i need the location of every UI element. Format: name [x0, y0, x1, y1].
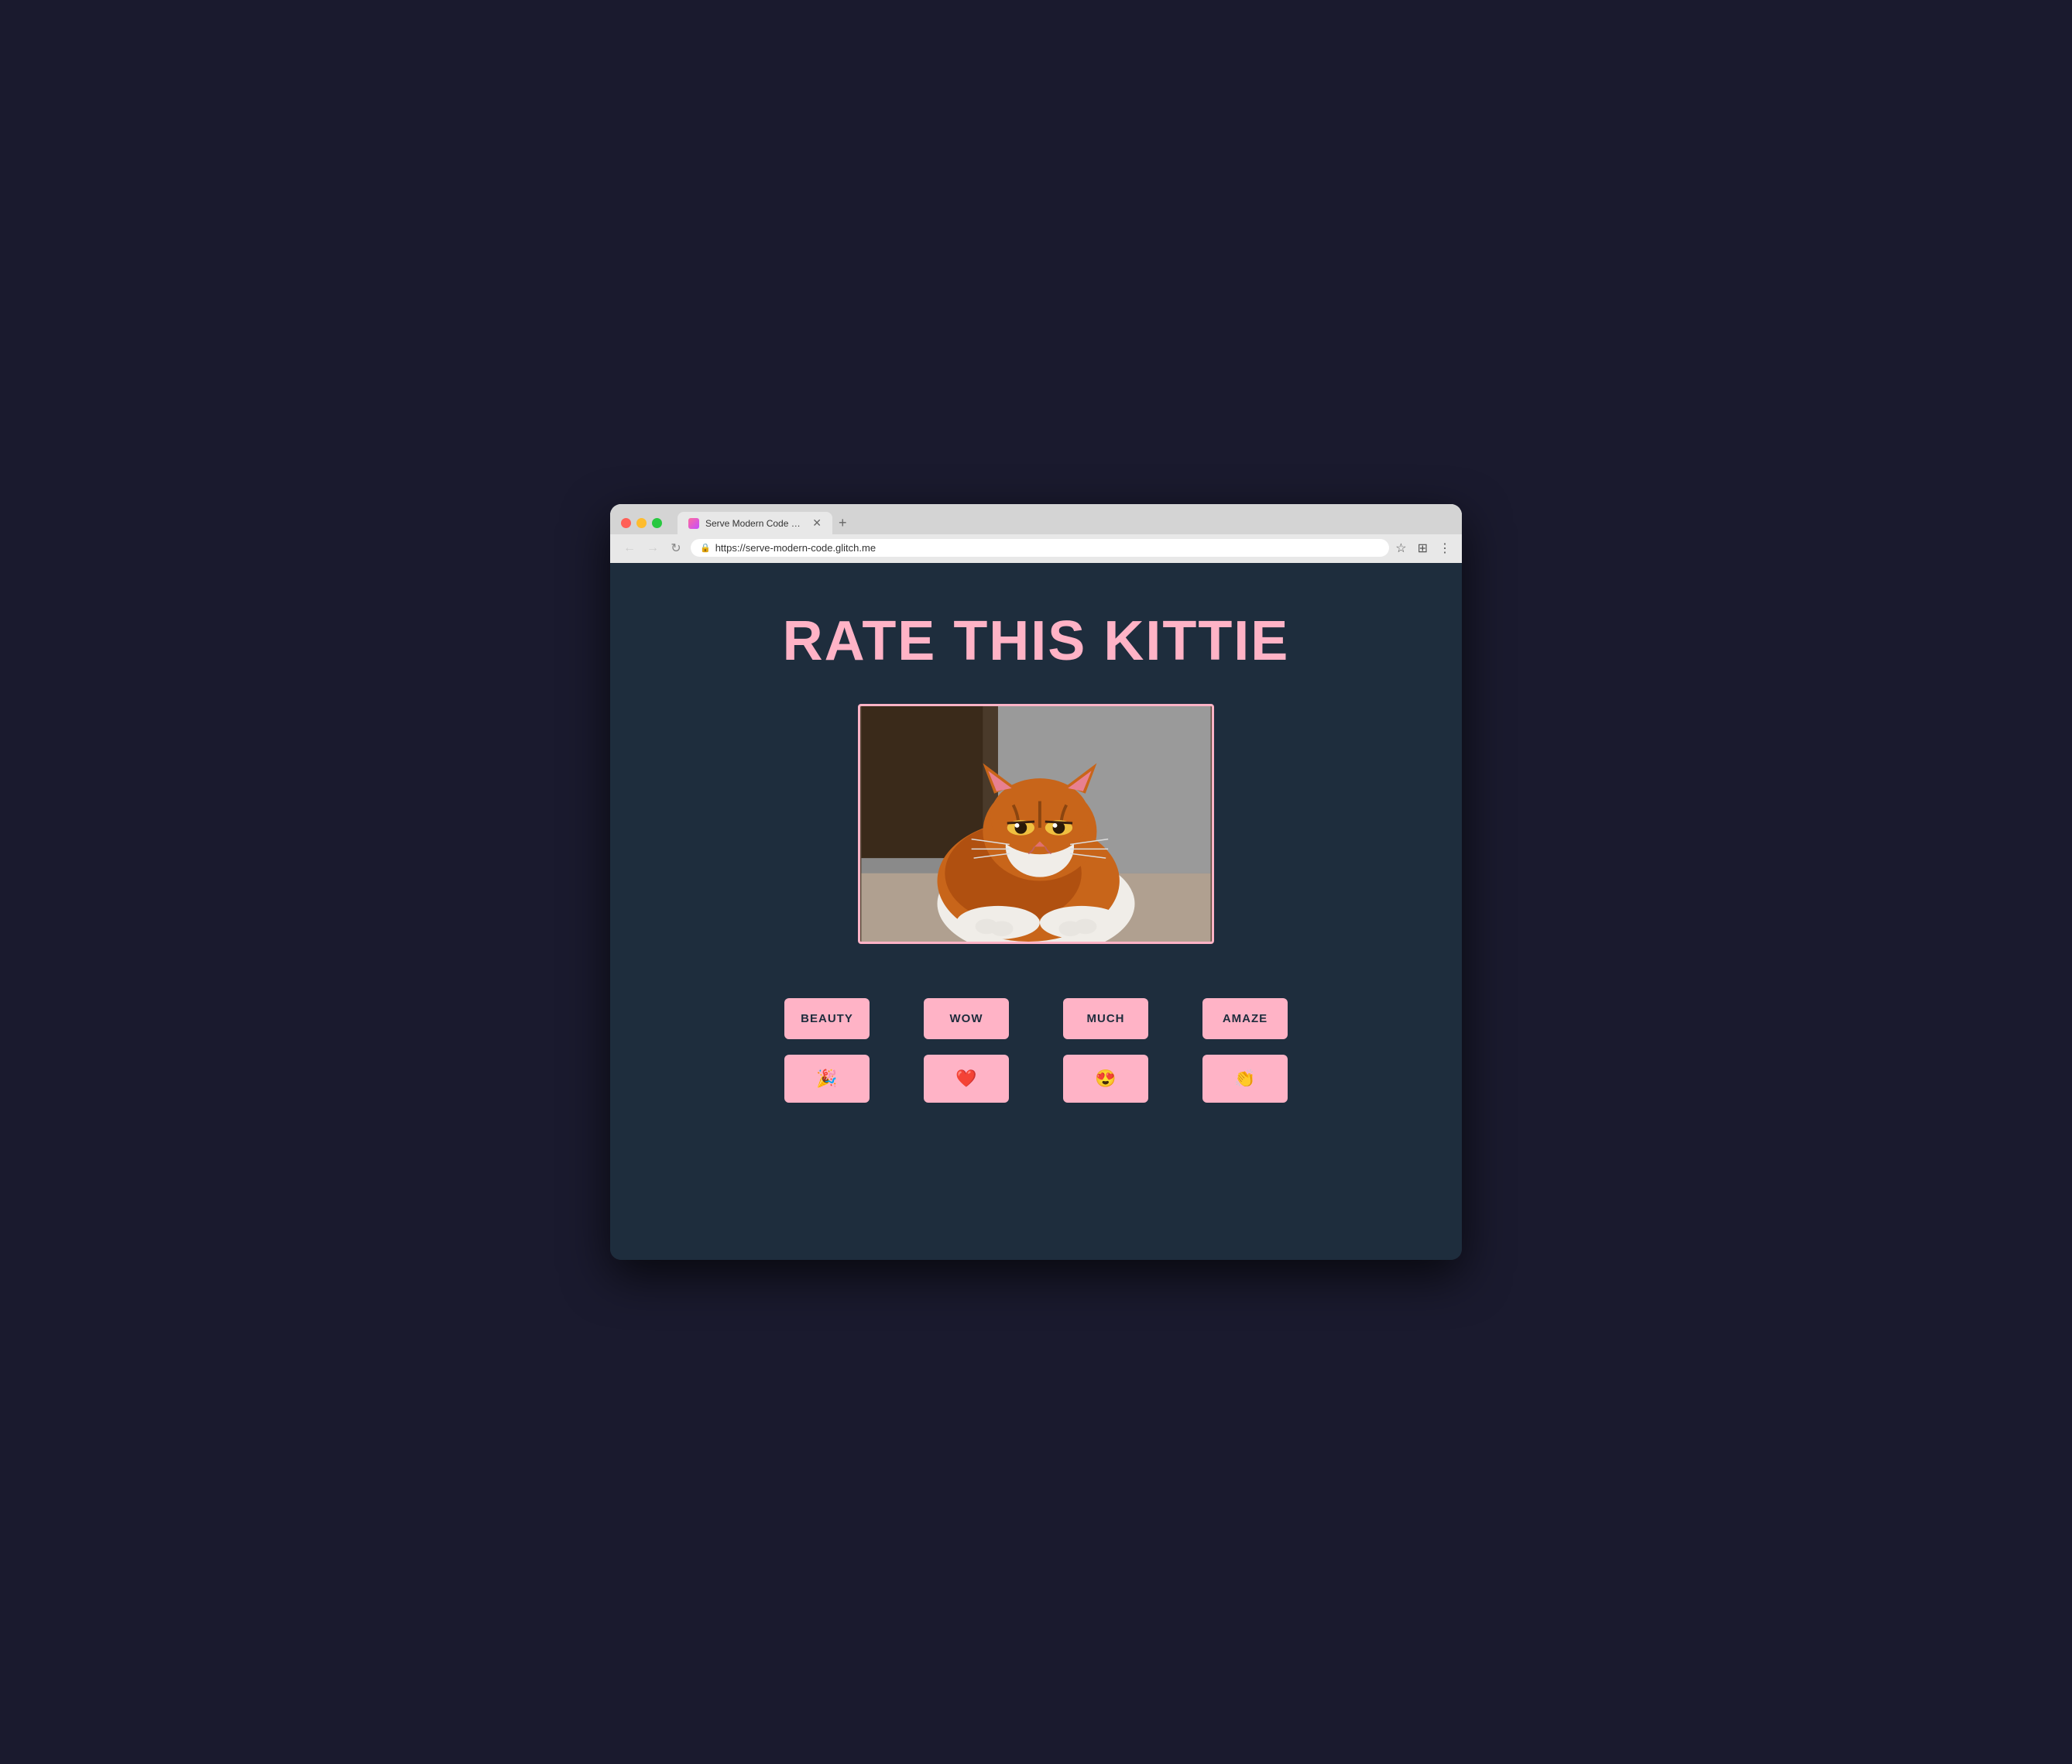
url-text: https://serve-modern-code.glitch.me — [715, 542, 876, 554]
cat-image-container — [858, 704, 1214, 944]
new-tab-icon[interactable]: + — [832, 512, 853, 534]
back-button[interactable]: ← — [621, 541, 638, 555]
page-content: RATE THIS KITTIE — [610, 563, 1462, 1260]
titlebar: Serve Modern Code Glit... ✕ + — [610, 504, 1462, 534]
browser-window: Serve Modern Code Glit... ✕ + ← → ↻ 🔒 ht… — [610, 504, 1462, 1260]
much-button[interactable]: MUCH — [1063, 998, 1148, 1039]
tab-favicon-icon — [688, 518, 699, 529]
reload-button[interactable]: ↻ — [667, 541, 684, 556]
cat-image — [860, 706, 1212, 942]
address-bar[interactable]: 🔒 https://serve-modern-code.glitch.me — [691, 539, 1389, 557]
browser-chrome: Serve Modern Code Glit... ✕ + ← → ↻ 🔒 ht… — [610, 504, 1462, 563]
minimize-button[interactable] — [636, 518, 647, 528]
page-title: RATE THIS KITTIE — [783, 609, 1290, 673]
bookmark-icon[interactable]: ☆ — [1395, 541, 1406, 556]
extensions-icon[interactable]: ⊞ — [1418, 541, 1428, 556]
heart-eyes-emoji-button[interactable]: 😍 — [1063, 1055, 1148, 1103]
tab-bar: Serve Modern Code Glit... ✕ + — [678, 512, 1451, 534]
lock-icon: 🔒 — [700, 543, 711, 553]
active-tab[interactable]: Serve Modern Code Glit... ✕ — [678, 512, 832, 534]
tab-close-icon[interactable]: ✕ — [812, 517, 822, 530]
wow-button[interactable]: WOW — [924, 998, 1009, 1039]
toolbar-icons: ☆ ⊞ ⋮ — [1395, 541, 1451, 556]
clap-emoji-button[interactable]: 👏 — [1202, 1055, 1288, 1103]
forward-button[interactable]: → — [644, 541, 661, 555]
close-button[interactable] — [621, 518, 631, 528]
sparkle-emoji-button[interactable]: 🎉 — [784, 1055, 870, 1103]
beauty-button[interactable]: BEAUTY — [784, 998, 870, 1039]
address-bar-container: ← → ↻ 🔒 https://serve-modern-code.glitch… — [610, 534, 1462, 563]
traffic-lights — [621, 518, 662, 528]
menu-icon[interactable]: ⋮ — [1439, 541, 1451, 556]
buttons-grid: BEAUTY WOW MUCH AMAZE 🎉 ❤️ 😍 👏 — [784, 998, 1288, 1103]
heart-emoji-button[interactable]: ❤️ — [924, 1055, 1009, 1103]
maximize-button[interactable] — [652, 518, 662, 528]
tab-title: Serve Modern Code Glit... — [705, 518, 803, 529]
amaze-button[interactable]: AMAZE — [1202, 998, 1288, 1039]
